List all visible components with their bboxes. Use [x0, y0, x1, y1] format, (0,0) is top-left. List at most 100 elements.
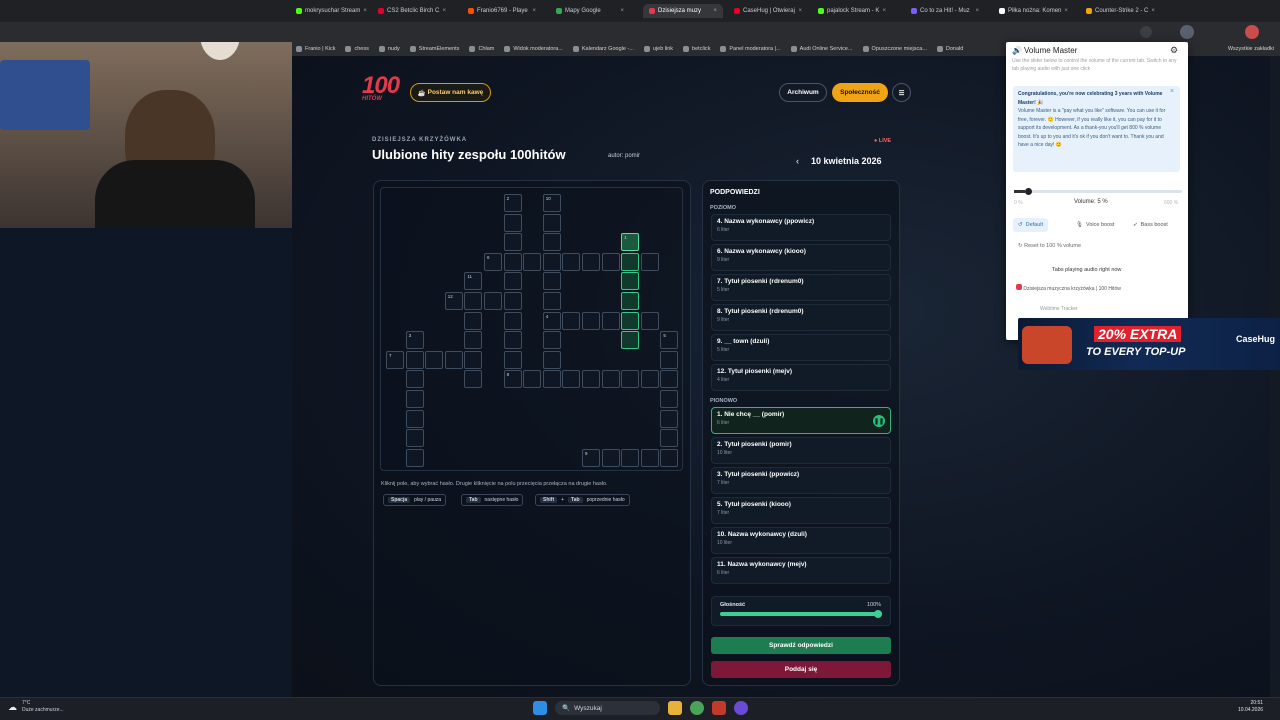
- crossword-cell[interactable]: [660, 448, 679, 467]
- crossword-cell[interactable]: [640, 448, 659, 467]
- crossword-cell[interactable]: [582, 370, 600, 389]
- crossword-cell[interactable]: [562, 252, 581, 271]
- clue-item[interactable]: 1. Nie chcę __ (pomir) 6 liter ❚❚: [711, 407, 891, 434]
- crossword-cell[interactable]: [503, 272, 522, 291]
- crossword-cell[interactable]: 7: [386, 350, 404, 369]
- crossword-cell[interactable]: [523, 370, 542, 389]
- crossword-cell[interactable]: 4: [542, 311, 561, 330]
- archive-button[interactable]: Archiwum: [779, 83, 827, 102]
- clue-item[interactable]: 3. Tytuł piosenki (ppowicz) 7 liter: [711, 467, 891, 494]
- browser-tab[interactable]: CaseHug | Otwieraj ×: [728, 4, 808, 18]
- audio-tab-item[interactable]: Dzisiejsza muzyczna krzyżówka | 100 Hitó…: [1016, 284, 1121, 292]
- profile-avatar[interactable]: [1245, 25, 1259, 39]
- crossword-cell[interactable]: 6: [484, 252, 502, 271]
- crossword-cell[interactable]: [542, 272, 561, 291]
- crossword-cell[interactable]: [484, 292, 502, 310]
- community-button[interactable]: Społeczność: [832, 83, 888, 102]
- crossword-cell[interactable]: [582, 311, 600, 330]
- chrome-icon[interactable]: [690, 701, 704, 715]
- gear-icon[interactable]: ⚙: [1170, 45, 1178, 56]
- crossword-cell[interactable]: [405, 350, 424, 369]
- bookmark-item[interactable]: Audi Online Service...: [790, 46, 853, 52]
- volume-master-slider[interactable]: [1014, 188, 1182, 195]
- browser-tab[interactable]: Dzisiejsza muzy ×: [643, 4, 723, 18]
- bookmark-item[interactable]: Franio | Kick: [296, 46, 335, 52]
- coffee-button[interactable]: ☕ Postaw nam kawę: [410, 83, 491, 102]
- clue-item[interactable]: 5. Tytuł piosenki (kiooo) 7 liter: [711, 497, 891, 524]
- volume-master-icon[interactable]: [1180, 25, 1194, 39]
- bookmark-item[interactable]: Kalendarz Google -...: [572, 46, 634, 52]
- tab-close-icon[interactable]: ×: [363, 8, 367, 14]
- tab-close-icon[interactable]: ×: [442, 8, 446, 14]
- bookmark-item[interactable]: Donald: [936, 46, 963, 52]
- crossword-cell[interactable]: [660, 409, 679, 428]
- crossword-cell[interactable]: [601, 311, 620, 330]
- bookmark-item[interactable]: StreamElements: [409, 46, 459, 52]
- browser-tab[interactable]: CS2 Betclic Birch C ×: [372, 4, 452, 18]
- browser-tab[interactable]: Piłka nożna: Komen ×: [993, 4, 1073, 18]
- bookmark-item[interactable]: nudy: [378, 46, 400, 52]
- crossword-cell[interactable]: [601, 252, 620, 271]
- crossword-cell[interactable]: [621, 272, 640, 291]
- crossword-cell[interactable]: 2: [503, 194, 522, 212]
- crossword-cell[interactable]: [405, 370, 424, 389]
- check-answers-button[interactable]: Sprawdź odpowiedzi: [711, 637, 891, 654]
- mode-voice-button[interactable]: 🎙 Voice boost: [1071, 218, 1119, 232]
- prev-day-icon[interactable]: ‹: [796, 156, 799, 166]
- crossword-cell[interactable]: [503, 350, 522, 369]
- crossword-cell[interactable]: [542, 331, 561, 350]
- crossword-cell[interactable]: [503, 213, 522, 232]
- crossword-cell[interactable]: [542, 213, 561, 232]
- crossword-cell[interactable]: [621, 448, 640, 467]
- discord-icon[interactable]: [734, 701, 748, 715]
- browser-tab[interactable]: Co to za Hit! - Muz ×: [905, 4, 985, 18]
- pause-icon[interactable]: ❚❚: [873, 415, 885, 427]
- taskbar-clock[interactable]: 20:51 10.04.2026: [1238, 700, 1263, 714]
- menu-icon[interactable]: ☰: [892, 83, 911, 102]
- crossword-cell[interactable]: [405, 429, 424, 448]
- crossword-cell[interactable]: [464, 370, 483, 389]
- start-icon[interactable]: [533, 701, 547, 715]
- crossword-cell[interactable]: [503, 252, 522, 271]
- game-volume-slider[interactable]: [720, 610, 882, 618]
- crossword-cell[interactable]: [601, 370, 620, 389]
- mode-default-button[interactable]: ↺ Default: [1013, 218, 1049, 232]
- crossword-cell[interactable]: [503, 331, 522, 350]
- browser-tab[interactable]: Counter-Strike 2 - C ×: [1080, 4, 1160, 18]
- close-icon[interactable]: ×: [1170, 88, 1174, 95]
- give-up-button[interactable]: Poddaj się: [711, 661, 891, 678]
- crossword-cell[interactable]: 12: [444, 292, 463, 310]
- crossword-cell[interactable]: [562, 370, 581, 389]
- crossword-cell[interactable]: [640, 311, 659, 330]
- crossword-cell[interactable]: [503, 233, 522, 252]
- mode-bass-button[interactable]: ➶ Bass boost: [1128, 218, 1173, 232]
- browser-tab[interactable]: mokrysuchar Stream ×: [290, 4, 370, 18]
- reset-volume-button[interactable]: ↻ Reset to 100 % volume: [1018, 243, 1081, 249]
- crossword-cell[interactable]: [640, 370, 659, 389]
- crossword-cell[interactable]: [542, 350, 561, 369]
- crossword-cell[interactable]: [542, 370, 561, 389]
- crossword-cell[interactable]: [660, 429, 679, 448]
- crossword-cell[interactable]: [542, 292, 561, 310]
- clue-item[interactable]: 11. Nazwa wykonawcy (mejv) 6 liter: [711, 557, 891, 584]
- file-explorer-icon[interactable]: [668, 701, 682, 715]
- bookmark-item[interactable]: chess: [345, 46, 369, 52]
- crossword-cell[interactable]: [621, 370, 640, 389]
- crossword-cell[interactable]: [582, 252, 600, 271]
- crossword-cell[interactable]: [464, 292, 483, 310]
- tab-close-icon[interactable]: ×: [798, 8, 802, 14]
- crossword-cell[interactable]: 5: [660, 331, 679, 350]
- site-logo[interactable]: 100 HITÓW: [362, 72, 400, 102]
- crossword-cell[interactable]: [562, 311, 581, 330]
- bookmark-item[interactable]: Opuszczone miejsca...: [862, 46, 927, 52]
- bookmark-item[interactable]: Panel moderatora |...: [720, 46, 781, 52]
- crossword-cell[interactable]: [640, 252, 659, 271]
- crossword-cell[interactable]: [405, 390, 424, 408]
- browser-tab[interactable]: pajalock Stream - K ×: [812, 4, 892, 18]
- crossword-cell[interactable]: 9: [582, 448, 600, 467]
- crossword-cell[interactable]: 1: [621, 233, 640, 252]
- clue-item[interactable]: 9. __ town (dzuli) 5 liter: [711, 334, 891, 361]
- crossword-cell[interactable]: [523, 252, 542, 271]
- crossword-cell[interactable]: [503, 311, 522, 330]
- crossword-cell[interactable]: [660, 370, 679, 389]
